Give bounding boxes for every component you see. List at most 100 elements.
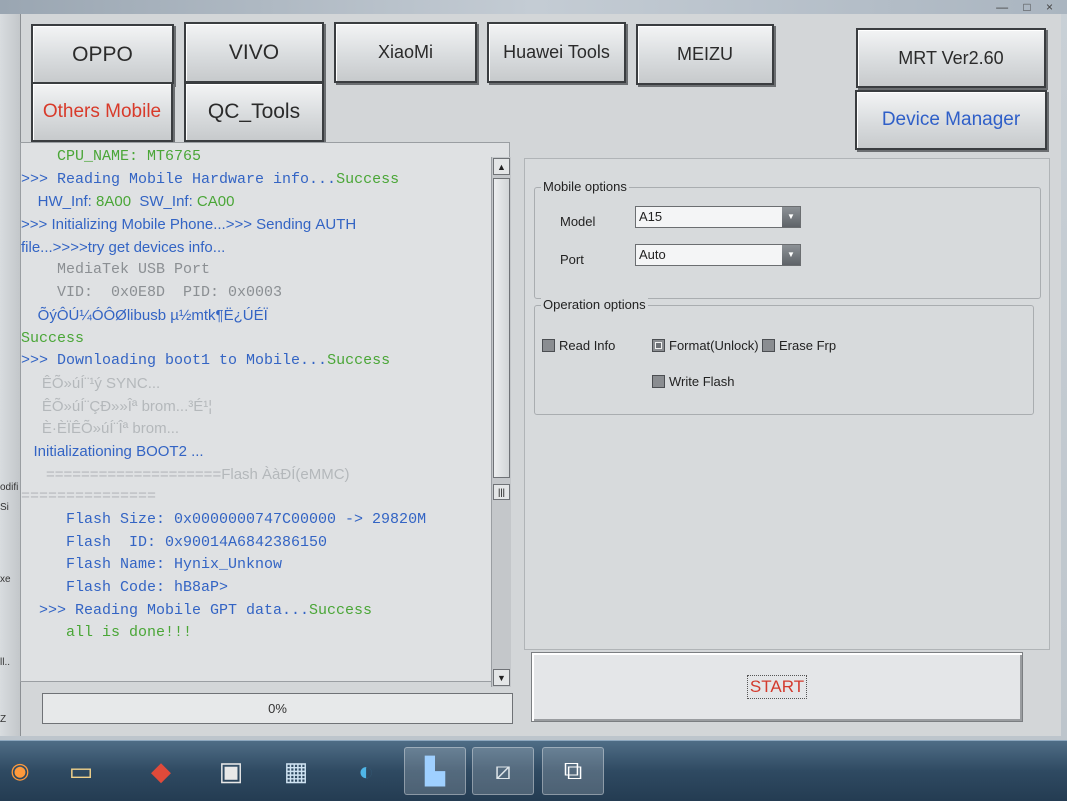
log-line: >>> Reading Mobile GPT data...Success — [21, 600, 509, 623]
chevron-down-icon[interactable]: ▼ — [782, 207, 800, 227]
title-bar: — □ × — [0, 0, 1067, 14]
log-suffix: Success — [309, 601, 373, 619]
huawei-tools-button[interactable]: Huawei Tools — [487, 22, 626, 83]
log-text: ÊÕ»úÍ¨ÇÐ»»Îª brom...³É¹¦ — [21, 397, 213, 415]
qc-tools-button[interactable]: QC_Tools — [184, 82, 324, 142]
log-line: È·ÈÏÊÕ»úÍ¨Îª brom... — [21, 418, 509, 441]
erase-frp-label: Erase Frp — [779, 338, 837, 353]
checkbox-icon[interactable] — [652, 375, 665, 388]
log-line: >>> Reading Mobile Hardware info...Succe… — [21, 169, 509, 192]
media-icon[interactable]: ▣ — [200, 747, 262, 795]
format-unlock-label: Format(Unlock) — [669, 338, 759, 353]
log-output[interactable]: CPU_NAME: MT6765 >>> Reading Mobile Hardw… — [20, 142, 510, 682]
log-line: Success — [21, 328, 509, 351]
log-line: >>> Initializing Mobile Phone...>>> Send… — [21, 214, 509, 237]
log-text: Flash Size: 0x0000000747C00000 -> 29820M — [21, 511, 427, 528]
progress-bar: 0% — [42, 693, 513, 724]
log-line: =============== — [21, 486, 509, 509]
log-line: all is done!!! — [21, 622, 509, 645]
log-suffix: 8A00 — [96, 193, 132, 211]
log-line: VID: 0x0E8D PID: 0x0003 — [21, 282, 509, 305]
read-info-checkbox[interactable]: Read Info — [542, 338, 615, 353]
write-flash-label: Write Flash — [669, 374, 735, 389]
options-panel: Mobile options Model A15 ▼ Port Auto ▼ O… — [524, 158, 1050, 650]
log-text: Initializationing BOOT2 ... — [21, 442, 204, 460]
operation-options-group: Operation options Read Info Format(Unloc… — [534, 297, 1034, 415]
restore-icon[interactable]: ⧉ — [542, 747, 604, 795]
taskbar: ◉ ▭ ◆ ▣ ▦ ◐ ▙ ⧄ ⧉ — [0, 740, 1067, 801]
scroll-down-icon[interactable]: ▼ — [493, 669, 510, 686]
log-text: Flash Code: hB8aP> — [21, 579, 229, 597]
device-manager-button[interactable]: Device Manager — [855, 90, 1047, 150]
port-value: Auto — [639, 247, 666, 262]
vivo-button[interactable]: VIVO — [184, 22, 324, 83]
background-window-edge: odifi Si xe ll.. Z — [0, 14, 20, 736]
meizu-button[interactable]: MEIZU — [636, 24, 774, 85]
log-text: ÊÕ»úÍ¨¹ý SYNC... — [21, 374, 161, 392]
xiaomi-button[interactable]: XiaoMi — [334, 22, 477, 83]
start-label: START — [746, 675, 808, 699]
usb-icon[interactable]: ⧄ — [472, 747, 534, 795]
log-text: file...>>>>try get devices info... — [21, 238, 226, 256]
log-text: >>> Initializing Mobile Phone...>>> Send… — [21, 216, 357, 234]
log-line: Initializationing BOOT2 ... — [21, 441, 509, 464]
log-text: MediaTek USB Port — [21, 261, 211, 279]
start-orb-icon[interactable]: ◉ — [0, 747, 40, 795]
calc-icon[interactable]: ▦ — [265, 747, 327, 795]
model-label: Model — [560, 214, 596, 229]
log-text: Flash Name: Hynix_Unknow — [21, 556, 283, 574]
log-scrollbar[interactable]: ▲ ||| ▼ — [491, 157, 511, 687]
log-line: HW_Inf: 8A00 SW_Inf: CA00 — [21, 191, 509, 214]
phone-tool-icon[interactable]: ▙ — [404, 747, 466, 795]
progress-label: 0% — [268, 701, 287, 716]
log-text: >>> Reading Mobile Hardware info... — [21, 170, 337, 188]
model-value: A15 — [639, 209, 663, 224]
log-line: file...>>>>try get devices info... — [21, 237, 509, 260]
format-unlock-checkbox[interactable]: Format(Unlock) — [652, 338, 759, 353]
oppo-button[interactable]: OPPO — [31, 24, 174, 85]
log-text: >>> Reading Mobile GPT data... — [21, 601, 310, 619]
log-line: MediaTek USB Port — [21, 259, 509, 282]
log-text: Success — [21, 329, 85, 347]
desktop: — □ × odifi Si xe ll.. Z OPPO VIVO XiaoM… — [0, 0, 1067, 801]
log-suffix: Success — [327, 352, 391, 370]
read-info-label: Read Info — [559, 338, 616, 353]
folder-icon[interactable]: ▭ — [50, 747, 112, 795]
log-line: Flash Name: Hynix_Unknow — [21, 554, 509, 577]
log-text: >>> Downloading boot1 to Mobile... — [21, 352, 328, 370]
edge-snippet: Si — [0, 502, 9, 513]
log-line: CPU_NAME: MT6765 — [21, 146, 509, 169]
tool-icon[interactable]: ◆ — [130, 747, 192, 795]
log-text: HW_Inf: — [21, 193, 97, 211]
version-button[interactable]: MRT Ver2.60 — [856, 28, 1046, 88]
others-mobile-button[interactable]: Others Mobile — [31, 82, 173, 142]
edge-snippet: odifi — [0, 482, 19, 493]
erase-frp-checkbox[interactable]: Erase Frp — [762, 338, 836, 353]
log-mid: SW_Inf: — [131, 193, 197, 211]
log-text: =============== — [21, 488, 157, 506]
edge-icon[interactable]: ◐ — [335, 747, 397, 795]
checkbox-icon[interactable] — [762, 339, 775, 352]
start-button[interactable]: START — [531, 652, 1023, 722]
edge-snippet: Z — [0, 714, 7, 725]
scroll-thumb[interactable] — [493, 178, 510, 478]
chevron-down-icon[interactable]: ▼ — [782, 245, 800, 265]
log-text: VID: 0x0E8D PID: 0x0003 — [21, 284, 283, 302]
log-text: all is done!!! — [21, 624, 193, 642]
checkbox-icon[interactable] — [542, 339, 555, 352]
log-line: Flash Code: hB8aP> — [21, 577, 509, 600]
port-select[interactable]: Auto ▼ — [635, 244, 801, 266]
checkbox-checked-icon[interactable] — [652, 339, 665, 352]
log-line: ÊÕ»úÍ¨ÇÐ»»Îª brom...³É¹¦ — [21, 396, 509, 419]
window-controls[interactable]: — □ × — [996, 0, 1059, 14]
write-flash-checkbox[interactable]: Write Flash — [652, 374, 735, 389]
log-text: ====================Flash ÀàÐÍ(eMMC) — [21, 465, 350, 483]
scroll-grip-icon[interactable]: ||| — [493, 484, 510, 500]
model-select[interactable]: A15 ▼ — [635, 206, 801, 228]
log-text: ÕýÔÚ¼ÓÔØlibusb µ½mtk¶Ë¿ÚÉÏ — [21, 306, 268, 324]
port-label: Port — [560, 252, 584, 267]
log-text: CPU_NAME: MT6765 — [21, 148, 202, 165]
mobile-options-group: Mobile options Model A15 ▼ Port Auto ▼ — [534, 179, 1041, 299]
scroll-up-icon[interactable]: ▲ — [493, 158, 510, 175]
log-suffix: Success — [336, 170, 400, 188]
